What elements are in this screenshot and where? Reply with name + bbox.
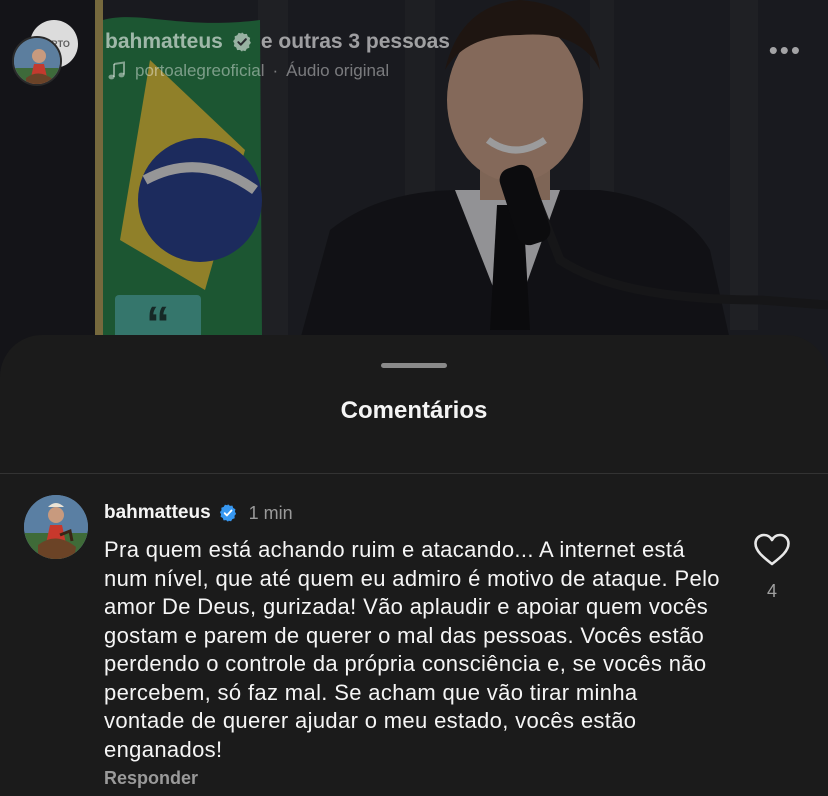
heart-outline-icon — [754, 533, 790, 566]
reply-button[interactable]: Responder — [104, 768, 198, 789]
comments-sheet: Comentários bahmatteus 1 min Pra quem es… — [0, 335, 828, 796]
more-horizontal-icon: ••• — [768, 35, 802, 65]
comment-username[interactable]: bahmatteus — [104, 502, 211, 524]
comment-avatar[interactable] — [24, 495, 88, 559]
audio-label[interactable]: Áudio original — [286, 61, 389, 81]
sheet-divider — [0, 473, 828, 474]
comment-text: Pra quem está achando ruim e atacando...… — [104, 537, 720, 762]
author-avatar-image — [14, 38, 60, 84]
like-button[interactable] — [753, 533, 791, 567]
audio-separator: · — [272, 61, 279, 80]
verified-badge-icon — [219, 504, 236, 522]
like-count: 4 — [766, 581, 777, 601]
reel-header: PORTO ALEGRE bahmatteus e outras 3 pesso… — [0, 0, 828, 100]
audio-info[interactable]: portoalegreoficial · Áudio original — [107, 61, 389, 81]
author-username[interactable]: bahmatteus — [105, 30, 223, 54]
author-avatar-stack[interactable]: PORTO ALEGRE — [12, 20, 80, 88]
author-avatar — [12, 36, 62, 86]
comment-header: bahmatteus 1 min — [104, 502, 293, 524]
audio-source[interactable]: portoalegreoficial — [135, 61, 264, 81]
music-note-icon — [108, 61, 125, 80]
comment-avatar-image — [24, 495, 88, 559]
other-authors-label[interactable]: e outras 3 pessoas — [261, 30, 450, 54]
comment-timestamp: 1 min — [248, 502, 293, 523]
more-options-button[interactable]: ••• — [769, 37, 802, 63]
reel-authors[interactable]: bahmatteus e outras 3 pessoas — [105, 30, 450, 54]
sheet-drag-handle[interactable] — [381, 363, 447, 368]
verified-badge-icon — [232, 32, 251, 52]
sheet-title: Comentários — [340, 397, 488, 424]
